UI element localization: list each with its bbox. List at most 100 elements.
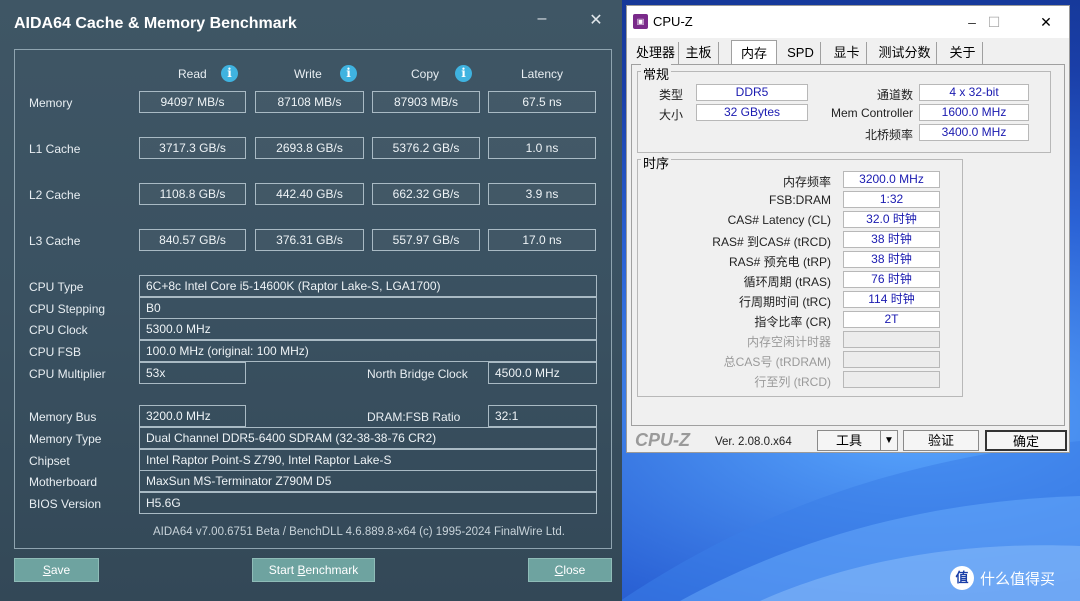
nb-freq-value: 3400.0 MHz [919, 124, 1029, 141]
tab-graphics[interactable]: 显卡 [827, 42, 867, 64]
type-value: DDR5 [696, 84, 808, 101]
timing-value: 114 时钟 [843, 291, 940, 308]
timing-value: 3200.0 MHz [843, 171, 940, 188]
cpu-stepping-label: CPU Stepping [29, 302, 106, 316]
chipset-value: Intel Raptor Point-S Z790, Intel Raptor … [139, 449, 597, 471]
window-title: AIDA64 Cache & Memory Benchmark [14, 15, 297, 32]
memory-type-value: Dual Channel DDR5-6400 SDRAM (32-38-38-7… [139, 427, 597, 449]
l3-latency: 17.0 ns [488, 229, 596, 251]
tab-spd[interactable]: SPD [781, 42, 821, 64]
memory-bus-label: Memory Bus [29, 410, 97, 424]
row-label-l1: L1 Cache [29, 142, 81, 156]
timing-label: 内存频率 [782, 175, 831, 189]
minimize-button[interactable]: – [530, 10, 554, 28]
timing-value [843, 351, 940, 368]
l1-latency: 1.0 ns [488, 137, 596, 159]
close-window-button[interactable]: ✕ [584, 10, 608, 30]
motherboard-value: MaxSun MS-Terminator Z790M D5 [139, 470, 597, 492]
info-icon[interactable]: i [221, 65, 238, 82]
save-button[interactable]: Save [14, 558, 99, 582]
timing-label: 总CAS号 (tRDRAM) [723, 355, 831, 369]
dram-fsb-ratio-value: 32:1 [488, 405, 597, 427]
tab-processor[interactable]: 处理器 [633, 42, 679, 64]
timing-value: 38 时钟 [843, 251, 940, 268]
column-read: Read [178, 67, 207, 81]
aida64-window: AIDA64 Cache & Memory Benchmark – ✕ Read… [0, 0, 622, 601]
timing-label: 内存空闲计时器 [746, 335, 831, 349]
mem-controller-label: Mem Controller [830, 106, 913, 120]
row-label-memory: Memory [29, 96, 73, 110]
timing-value: 2T [843, 311, 940, 328]
l3-write: 376.31 GB/s [255, 229, 364, 251]
tab-bench[interactable]: 测试分数 [873, 42, 937, 64]
motherboard-label: Motherboard [29, 475, 98, 489]
cpuz-window: ▣ CPU-Z – ☐ ✕ 处理器 主板 内存 SPD 显卡 测试分数 关于 常… [626, 5, 1070, 453]
size-label: 大小 [658, 108, 683, 122]
version-footer: AIDA64 v7.00.6751 Beta / BenchDLL 4.6.88… [153, 526, 565, 538]
nb-clock-label: North Bridge Clock [367, 367, 468, 381]
timing-label: CAS# Latency (CL) [727, 213, 831, 227]
cpu-type-value: 6C+8c Intel Core i5-14600K (Raptor Lake-… [139, 275, 597, 297]
cpu-multiplier-label: CPU Multiplier [29, 367, 106, 381]
close-button[interactable]: Close [528, 558, 612, 582]
cpu-stepping-value: B0 [139, 297, 597, 319]
timing-value [843, 371, 940, 388]
cpuz-logo: CPU-Z [635, 430, 690, 450]
info-icon[interactable]: i [340, 65, 357, 82]
tab-memory[interactable]: 内存 [731, 40, 777, 64]
cpu-fsb-value: 100.0 MHz (original: 100 MHz) [139, 340, 597, 362]
timing-value: 76 时钟 [843, 271, 940, 288]
timing-value [843, 331, 940, 348]
channels-value: 4 x 32-bit [919, 84, 1029, 101]
l2-write: 442.40 GB/s [255, 183, 364, 205]
tab-about[interactable]: 关于 [943, 42, 983, 64]
row-label-l3: L3 Cache [29, 234, 81, 248]
mem-controller-value: 1600.0 MHz [919, 104, 1029, 121]
l2-read: 1108.8 GB/s [139, 183, 246, 205]
memory-read: 94097 MB/s [139, 91, 246, 113]
timing-label: 行至列 (tRCD) [754, 375, 831, 389]
watermark-logo-icon: 值 [950, 566, 974, 590]
tools-dropdown-icon[interactable]: ▼ [880, 430, 898, 451]
timing-value: 38 时钟 [843, 231, 940, 248]
timing-label: 指令比率 (CR) [754, 315, 831, 329]
timings-group-label: 时序 [641, 153, 672, 172]
validate-button[interactable]: 验证 [903, 430, 979, 451]
l1-copy: 5376.2 GB/s [372, 137, 480, 159]
memory-copy: 87903 MB/s [372, 91, 480, 113]
column-write: Write [294, 67, 322, 81]
memory-latency: 67.5 ns [488, 91, 596, 113]
tab-mainboard[interactable]: 主板 [679, 42, 719, 64]
cpu-fsb-label: CPU FSB [29, 345, 82, 359]
timing-label: 行周期时间 (tRC) [739, 295, 831, 309]
l3-read: 840.57 GB/s [139, 229, 246, 251]
nb-clock-value: 4500.0 MHz [488, 362, 597, 384]
memory-write: 87108 MB/s [255, 91, 364, 113]
close-window-button[interactable]: ✕ [1031, 11, 1061, 33]
start-benchmark-button[interactable]: Start Benchmark [252, 558, 375, 582]
cpuz-app-icon: ▣ [633, 14, 648, 29]
cpu-type-label: CPU Type [29, 280, 84, 294]
column-copy: Copy [411, 67, 440, 81]
nb-freq-label: 北桥频率 [864, 128, 913, 142]
row-label-l2: L2 Cache [29, 188, 81, 202]
maximize-button[interactable]: ☐ [979, 11, 1009, 33]
bios-version-value: H5.6G [139, 492, 597, 514]
type-label: 类型 [658, 88, 683, 102]
tools-button[interactable]: 工具 [817, 430, 881, 451]
cpu-multiplier-value: 53x [139, 362, 246, 384]
window-title: CPU-Z [653, 14, 693, 29]
column-latency: Latency [521, 67, 564, 81]
cpuz-footer: CPU-Z Ver. 2.08.0.x64 工具 ▼ 验证 确定 [627, 428, 1069, 452]
ok-button[interactable]: 确定 [985, 430, 1067, 451]
version-label: Ver. 2.08.0.x64 [715, 436, 792, 448]
timing-label: RAS# 预充电 (tRP) [728, 255, 831, 269]
cpu-clock-value: 5300.0 MHz [139, 318, 597, 340]
general-group-label: 常规 [641, 64, 672, 83]
info-icon[interactable]: i [455, 65, 472, 82]
memory-bus-value: 3200.0 MHz [139, 405, 246, 427]
title-bar: ▣ CPU-Z – ☐ ✕ [627, 6, 1069, 38]
l2-latency: 3.9 ns [488, 183, 596, 205]
memory-type-label: Memory Type [29, 432, 102, 446]
timing-label: 循环周期 (tRAS) [743, 275, 831, 289]
